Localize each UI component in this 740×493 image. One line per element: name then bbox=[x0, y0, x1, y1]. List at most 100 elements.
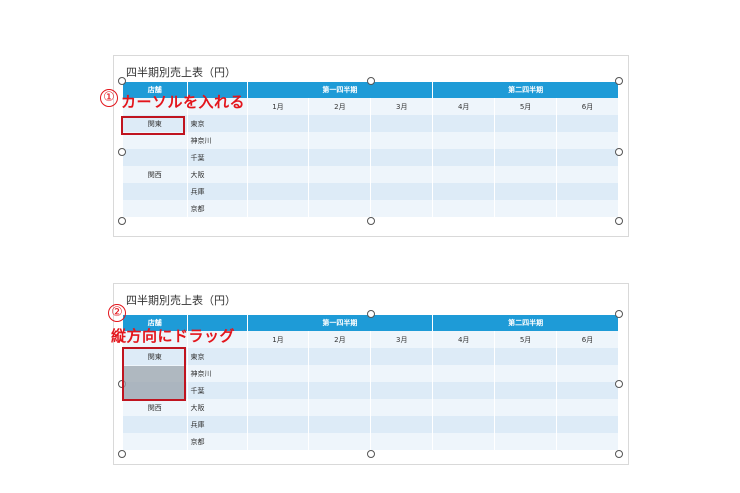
value-cell[interactable] bbox=[370, 200, 434, 217]
value-cell[interactable] bbox=[247, 433, 310, 450]
resize-handle[interactable] bbox=[118, 77, 126, 85]
value-cell[interactable] bbox=[432, 183, 496, 200]
value-cell[interactable] bbox=[556, 132, 619, 149]
value-cell[interactable] bbox=[432, 166, 496, 183]
value-cell[interactable] bbox=[432, 399, 496, 416]
resize-handle[interactable] bbox=[615, 148, 623, 156]
resize-handle[interactable] bbox=[615, 217, 623, 225]
value-cell[interactable] bbox=[308, 416, 372, 433]
value-cell[interactable] bbox=[556, 200, 619, 217]
store-cell[interactable]: 大阪 bbox=[187, 166, 248, 183]
value-cell[interactable] bbox=[556, 348, 619, 365]
value-cell[interactable] bbox=[247, 399, 310, 416]
value-cell[interactable] bbox=[556, 433, 619, 450]
value-cell[interactable] bbox=[432, 348, 496, 365]
header-q1[interactable]: 第一四半期 bbox=[247, 82, 434, 98]
resize-handle[interactable] bbox=[118, 217, 126, 225]
value-cell[interactable] bbox=[494, 365, 558, 382]
value-cell[interactable] bbox=[308, 399, 372, 416]
value-cell[interactable] bbox=[247, 382, 310, 399]
value-cell[interactable] bbox=[432, 416, 496, 433]
value-cell[interactable] bbox=[308, 382, 372, 399]
value-cell[interactable] bbox=[370, 348, 434, 365]
value-cell[interactable] bbox=[370, 365, 434, 382]
value-cell[interactable] bbox=[494, 348, 558, 365]
month-header[interactable]: 2月 bbox=[308, 331, 372, 348]
value-cell[interactable] bbox=[370, 382, 434, 399]
value-cell[interactable] bbox=[308, 183, 372, 200]
value-cell[interactable] bbox=[308, 149, 372, 166]
resize-handle[interactable] bbox=[615, 450, 623, 458]
value-cell[interactable] bbox=[494, 433, 558, 450]
store-cell[interactable]: 兵庫 bbox=[187, 416, 248, 433]
region-cell[interactable] bbox=[123, 200, 188, 217]
month-header[interactable]: 5月 bbox=[494, 98, 558, 115]
value-cell[interactable] bbox=[556, 365, 619, 382]
region-cell[interactable]: 関西 bbox=[123, 399, 188, 416]
value-cell[interactable] bbox=[308, 132, 372, 149]
value-cell[interactable] bbox=[432, 200, 496, 217]
value-cell[interactable] bbox=[494, 399, 558, 416]
resize-handle[interactable] bbox=[367, 77, 375, 85]
value-cell[interactable] bbox=[494, 166, 558, 183]
value-cell[interactable] bbox=[432, 365, 496, 382]
value-cell[interactable] bbox=[370, 433, 434, 450]
month-header[interactable]: 6月 bbox=[556, 331, 619, 348]
value-cell[interactable] bbox=[247, 348, 310, 365]
resize-handle[interactable] bbox=[615, 380, 623, 388]
value-cell[interactable] bbox=[370, 166, 434, 183]
value-cell[interactable] bbox=[247, 132, 310, 149]
value-cell[interactable] bbox=[370, 115, 434, 132]
resize-handle[interactable] bbox=[118, 148, 126, 156]
value-cell[interactable] bbox=[556, 149, 619, 166]
value-cell[interactable] bbox=[247, 166, 310, 183]
store-cell[interactable]: 京都 bbox=[187, 200, 248, 217]
month-header[interactable]: 2月 bbox=[308, 98, 372, 115]
store-cell[interactable]: 東京 bbox=[187, 348, 248, 365]
resize-handle[interactable] bbox=[118, 450, 126, 458]
value-cell[interactable] bbox=[308, 365, 372, 382]
value-cell[interactable] bbox=[432, 433, 496, 450]
region-cell[interactable]: 関西 bbox=[123, 166, 188, 183]
value-cell[interactable] bbox=[370, 132, 434, 149]
resize-handle[interactable] bbox=[615, 77, 623, 85]
value-cell[interactable] bbox=[556, 416, 619, 433]
value-cell[interactable] bbox=[247, 115, 310, 132]
header-q1[interactable]: 第一四半期 bbox=[247, 315, 434, 331]
month-header[interactable]: 6月 bbox=[556, 98, 619, 115]
value-cell[interactable] bbox=[308, 166, 372, 183]
month-header[interactable]: 1月 bbox=[247, 98, 310, 115]
value-cell[interactable] bbox=[247, 183, 310, 200]
store-cell[interactable]: 大阪 bbox=[187, 399, 248, 416]
month-header[interactable]: 3月 bbox=[370, 331, 434, 348]
region-cell[interactable] bbox=[123, 433, 188, 450]
value-cell[interactable] bbox=[247, 149, 310, 166]
value-cell[interactable] bbox=[370, 416, 434, 433]
value-cell[interactable] bbox=[370, 399, 434, 416]
store-cell[interactable]: 神奈川 bbox=[187, 365, 248, 382]
value-cell[interactable] bbox=[308, 348, 372, 365]
value-cell[interactable] bbox=[370, 149, 434, 166]
resize-handle[interactable] bbox=[367, 310, 375, 318]
value-cell[interactable] bbox=[556, 166, 619, 183]
region-cell[interactable] bbox=[123, 149, 188, 166]
value-cell[interactable] bbox=[556, 399, 619, 416]
month-header[interactable]: 4月 bbox=[432, 331, 496, 348]
value-cell[interactable] bbox=[556, 115, 619, 132]
store-cell[interactable]: 兵庫 bbox=[187, 183, 248, 200]
month-header[interactable]: 1月 bbox=[247, 331, 310, 348]
value-cell[interactable] bbox=[247, 416, 310, 433]
month-header[interactable]: 3月 bbox=[370, 98, 434, 115]
value-cell[interactable] bbox=[308, 115, 372, 132]
value-cell[interactable] bbox=[370, 183, 434, 200]
store-cell[interactable]: 千葉 bbox=[187, 382, 248, 399]
store-cell[interactable]: 神奈川 bbox=[187, 132, 248, 149]
store-cell[interactable]: 東京 bbox=[187, 115, 248, 132]
value-cell[interactable] bbox=[432, 115, 496, 132]
value-cell[interactable] bbox=[494, 183, 558, 200]
value-cell[interactable] bbox=[494, 200, 558, 217]
value-cell[interactable] bbox=[494, 382, 558, 399]
store-cell[interactable]: 千葉 bbox=[187, 149, 248, 166]
value-cell[interactable] bbox=[432, 132, 496, 149]
region-cell[interactable] bbox=[123, 183, 188, 200]
